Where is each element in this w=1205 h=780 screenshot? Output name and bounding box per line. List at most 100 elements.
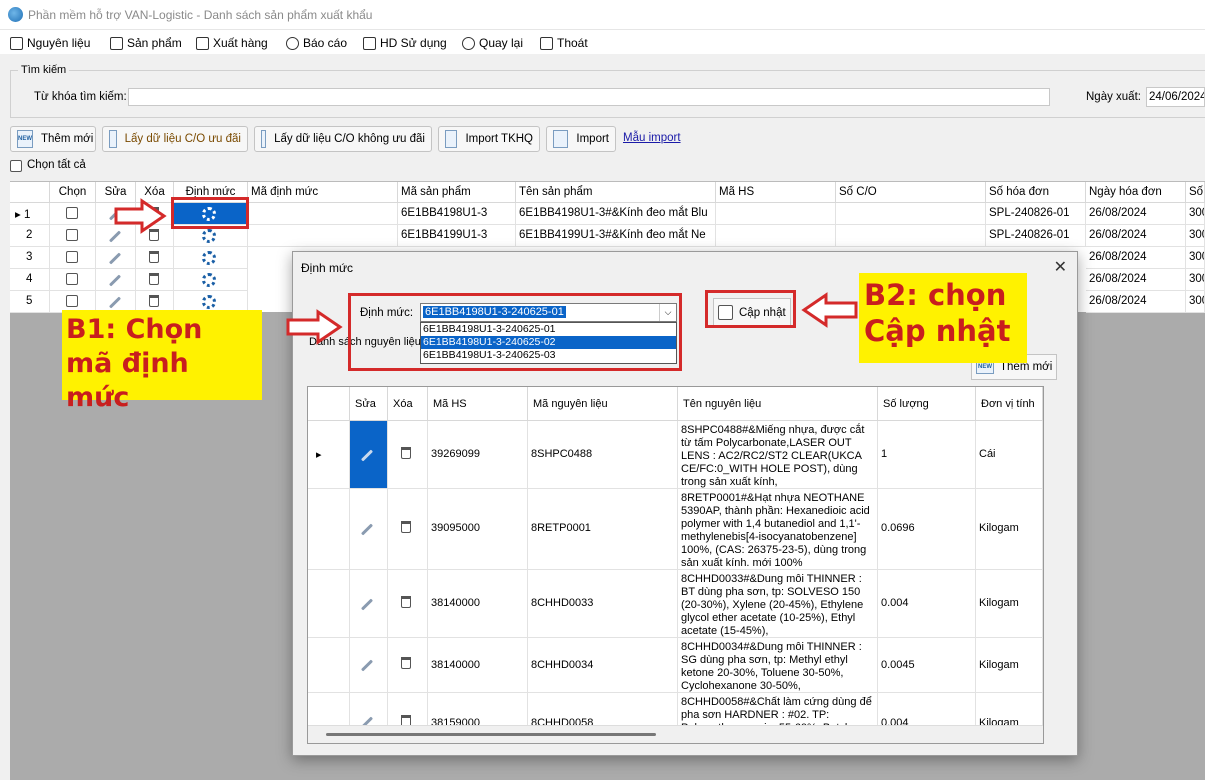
row-ten-nguyen-lieu: 8SHPC0488#&Miếng nhựa, được cắt từ tấm P… <box>678 421 878 489</box>
row-ma-hs: 39269099 <box>428 421 528 489</box>
row-edit-cell <box>350 489 388 570</box>
help-icon <box>363 36 376 50</box>
trash-icon[interactable] <box>401 596 411 608</box>
row-indicator[interactable] <box>308 638 350 693</box>
select-all-checkbox[interactable] <box>10 160 22 172</box>
row-norm-cell[interactable] <box>174 269 248 291</box>
gear-icon <box>202 251 216 265</box>
col-sua[interactable]: Sửa <box>350 387 388 421</box>
row-edit-cell <box>96 269 136 291</box>
trash-icon[interactable] <box>149 295 159 307</box>
pencil-icon[interactable] <box>360 598 374 611</box>
col-ma-hs[interactable]: Mã HS <box>716 182 836 203</box>
pencil-icon[interactable] <box>108 252 122 265</box>
row-norm-cell[interactable] <box>174 247 248 269</box>
callout-b1: B1: Chọn mã định mức <box>62 310 262 413</box>
col-don-vi-tinh[interactable]: Đơn vị tính <box>976 387 1043 421</box>
col-chon[interactable]: Chọn <box>50 182 96 203</box>
row-number[interactable]: 3 <box>10 247 50 269</box>
row-checkbox[interactable] <box>66 229 78 241</box>
trash-icon[interactable] <box>149 251 159 263</box>
row-number[interactable]: 5 <box>10 291 50 313</box>
col-so-co[interactable]: Số C/O <box>836 182 986 203</box>
row-so: 300 <box>1186 269 1205 291</box>
row-select-cell <box>50 247 96 269</box>
row-checkbox[interactable] <box>66 295 78 307</box>
menu-xuat-hang[interactable]: Xuất hàng <box>196 34 268 52</box>
row-number[interactable]: 2 <box>10 225 50 247</box>
row-ten-san-pham: 6E1BB4198U1-3#&Kính đeo mắt Blu <box>516 203 716 225</box>
row-header-corner <box>10 182 50 203</box>
col-ma-san-pham[interactable]: Mã sản phẩm <box>398 182 516 203</box>
keyword-label: Từ khóa tìm kiếm: <box>34 91 127 103</box>
keyword-input[interactable] <box>128 88 1050 106</box>
pencil-icon[interactable] <box>360 659 374 672</box>
col-so[interactable]: Số <box>1186 182 1205 203</box>
get-co-preferential-button[interactable]: Lấy dữ liệu C/O ưu đãi <box>102 126 248 152</box>
menu-hd-su-dung[interactable]: HD Sử dụng <box>363 34 447 52</box>
row-select-cell <box>50 269 96 291</box>
row-so-luong: 0.0696 <box>878 489 976 570</box>
col-so-hoa-don[interactable]: Số hóa đơn <box>986 182 1086 203</box>
col-ten-nguyen-lieu[interactable]: Tên nguyên liệu <box>678 387 878 421</box>
close-icon[interactable]: ✕ <box>1054 257 1067 277</box>
row-so: 300 <box>1186 203 1205 225</box>
refresh-icon <box>462 36 475 50</box>
row-don-vi-tinh: Kilogam <box>976 570 1043 638</box>
row-checkbox[interactable] <box>66 207 78 219</box>
arrow-right-icon <box>114 198 167 234</box>
row-indicator[interactable]: ▸ <box>308 421 350 489</box>
row-so-luong: 1 <box>878 421 976 489</box>
trash-icon[interactable] <box>401 657 411 669</box>
pencil-icon[interactable] <box>108 296 122 309</box>
menu-bao-cao[interactable]: Báo cáo <box>286 34 347 52</box>
row-number[interactable]: ▸ 1 <box>10 203 50 225</box>
pencil-icon[interactable] <box>108 274 122 287</box>
dialog-title: Định mức <box>301 261 354 275</box>
col-ma-nguyen-lieu[interactable]: Mã nguyên liệu <box>528 387 678 421</box>
row-so: 300 <box>1186 247 1205 269</box>
import-icon <box>109 130 117 148</box>
menu-san-pham[interactable]: Sản phẩm <box>110 34 182 52</box>
import-template-link[interactable]: Mẫu import <box>623 132 681 144</box>
document-icon <box>10 36 23 50</box>
row-indicator[interactable] <box>308 489 350 570</box>
import-button[interactable]: Import <box>546 126 616 152</box>
trash-icon[interactable] <box>401 447 411 459</box>
get-co-nonpreferential-button[interactable]: Lấy dữ liệu C/O không ưu đãi <box>254 126 432 152</box>
trash-icon[interactable] <box>149 273 159 285</box>
row-select-cell <box>50 203 96 225</box>
row-delete-cell <box>136 269 174 291</box>
trash-icon[interactable] <box>401 521 411 533</box>
import-tkhq-button[interactable]: Import TKHQ <box>438 126 540 152</box>
materials-grid: Sửa Xóa Mã HS Mã nguyên liệu Tên nguyên … <box>307 386 1044 744</box>
row-select-cell <box>50 225 96 247</box>
row-number[interactable]: 4 <box>10 269 50 291</box>
col-xoa[interactable]: Xóa <box>388 387 428 421</box>
row-ten-nguyen-lieu: 8CHHD0033#&Dung môi THINNER : BT dùng ph… <box>678 570 878 638</box>
row-checkbox[interactable] <box>66 251 78 263</box>
date-input[interactable]: 24/06/2024 <box>1146 87 1205 107</box>
row-ma-hs: 38140000 <box>428 570 528 638</box>
row-delete-cell <box>388 489 428 570</box>
menu-nguyen-lieu[interactable]: Nguyên liệu <box>10 34 90 52</box>
highlight-update-button <box>705 290 796 328</box>
menu-quay-lai[interactable]: Quay lại <box>462 34 523 52</box>
col-so-luong[interactable]: Số lượng <box>878 387 976 421</box>
import-icon <box>261 130 267 148</box>
horizontal-scrollbar[interactable] <box>308 725 1043 743</box>
row-edit-cell-selected[interactable] <box>350 421 388 489</box>
add-new-button[interactable]: NEW Thêm mới <box>10 126 96 152</box>
highlight-norm-cell <box>171 197 249 229</box>
gear-icon <box>202 273 216 287</box>
row-indicator[interactable] <box>308 570 350 638</box>
col-ma-dinh-muc[interactable]: Mã định mức <box>248 182 398 203</box>
col-ngay-hoa-don[interactable]: Ngày hóa đơn <box>1086 182 1186 203</box>
col-ten-san-pham[interactable]: Tên sản phẩm <box>516 182 716 203</box>
pencil-icon[interactable] <box>360 523 374 536</box>
scroll-thumb[interactable] <box>326 733 656 736</box>
row-checkbox[interactable] <box>66 273 78 285</box>
row-ma-hs <box>716 225 836 247</box>
col-ma-hs[interactable]: Mã HS <box>428 387 528 421</box>
menu-thoat[interactable]: Thoát <box>540 34 588 52</box>
